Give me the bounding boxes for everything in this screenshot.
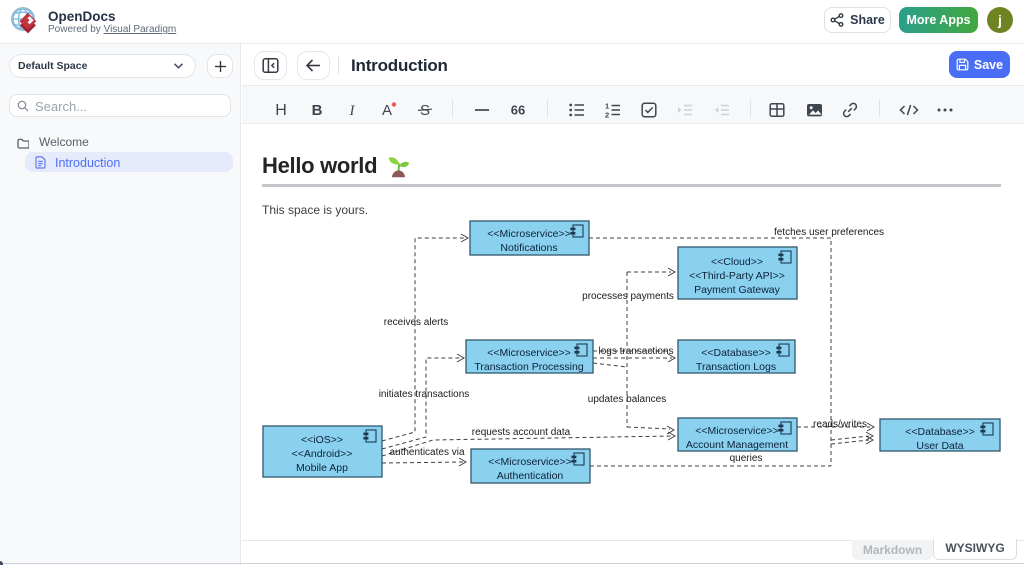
svg-text:<<Database>>: <<Database>> <box>701 347 770 359</box>
svg-text:Payment Gateway: Payment Gateway <box>694 284 781 296</box>
svg-text:<<Third-Party API>>: <<Third-Party API>> <box>689 270 785 282</box>
svg-text:A: A <box>382 102 392 119</box>
svg-text:logs transactions: logs transactions <box>598 346 673 357</box>
svg-text:1: 1 <box>605 102 609 111</box>
svg-text:authenticates via: authenticates via <box>389 447 464 458</box>
svg-text:Mobile App: Mobile App <box>296 462 348 474</box>
svg-text:B: B <box>312 102 323 119</box>
svg-text:fetches user preferences: fetches user preferences <box>774 227 884 238</box>
svg-text:2: 2 <box>605 111 609 120</box>
svg-text:queries: queries <box>730 453 763 464</box>
svg-text:H: H <box>275 102 287 119</box>
svg-text:Account Management: Account Management <box>686 439 788 451</box>
svg-text:<<Database>>: <<Database>> <box>905 426 974 438</box>
svg-text:processes payments: processes payments <box>582 291 674 302</box>
svg-text:I: I <box>349 103 356 119</box>
svg-text:initiates transactions: initiates transactions <box>379 389 470 400</box>
svg-text:<<iOS>>: <<iOS>> <box>301 434 343 446</box>
svg-text:Notifications: Notifications <box>500 242 557 254</box>
svg-text:66: 66 <box>511 103 525 118</box>
svg-text:Transaction Logs: Transaction Logs <box>696 361 776 373</box>
svg-text:Authentication: Authentication <box>497 470 564 482</box>
svg-text:User Data: User Data <box>916 440 963 452</box>
svg-text:<<Microservice>>: <<Microservice>> <box>487 347 570 359</box>
svg-text:receives alerts: receives alerts <box>384 317 448 328</box>
svg-text:updates balances: updates balances <box>588 394 666 405</box>
svg-text:reads/writes: reads/writes <box>813 419 867 430</box>
svg-text:Transaction Processing: Transaction Processing <box>474 361 583 373</box>
svg-text:<<Microservice>>: <<Microservice>> <box>695 425 778 437</box>
svg-text:requests account data: requests account data <box>472 427 571 438</box>
svg-text:<<Cloud>>: <<Cloud>> <box>711 256 763 268</box>
svg-text:<<Microservice>>: <<Microservice>> <box>488 456 571 468</box>
svg-text:<<Android>>: <<Android>> <box>292 448 353 460</box>
svg-text:<<Microservice>>: <<Microservice>> <box>487 228 570 240</box>
